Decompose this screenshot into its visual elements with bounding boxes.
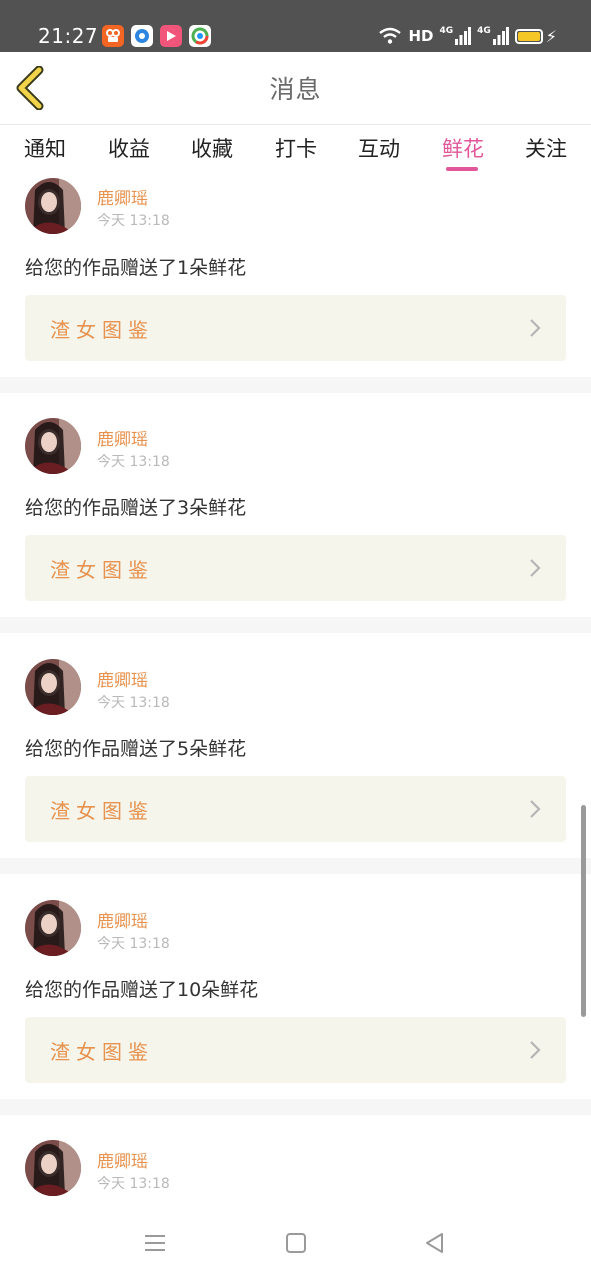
- signal-icon-2: [492, 27, 509, 45]
- battery-icon: [514, 28, 543, 44]
- chevron-right-icon: [530, 800, 541, 818]
- list-separator: [0, 377, 591, 393]
- message-text: 给您的作品赠送了1朵鲜花: [25, 257, 247, 279]
- chevron-right-icon: [530, 319, 541, 337]
- kuaishou-app-icon: [102, 25, 124, 47]
- list-item: 鹿卿瑶 今天 13:18 给您的作品赠送了10朵鲜花 渣女图鉴: [0, 874, 591, 1083]
- triangle-back-icon[interactable]: [422, 1230, 448, 1256]
- tab-interaction[interactable]: 互动: [358, 133, 400, 163]
- sender-name[interactable]: 鹿卿瑶: [97, 907, 148, 932]
- work-link[interactable]: 渣女图鉴: [25, 295, 566, 361]
- avatar[interactable]: [25, 659, 81, 715]
- avatar[interactable]: [25, 900, 81, 956]
- network-type-2: 4G: [477, 26, 491, 36]
- system-nav-bar: [0, 1208, 591, 1280]
- list-separator: [0, 1099, 591, 1115]
- list-separator: [0, 617, 591, 633]
- sender-name[interactable]: 鹿卿瑶: [97, 666, 148, 691]
- signal-icon: [455, 27, 472, 45]
- menu-icon[interactable]: [142, 1230, 168, 1256]
- list-item: 鹿卿瑶 今天 13:18 给您的作品赠送了3朵鲜花 渣女图鉴: [0, 393, 591, 601]
- message-time: 今天 13:18: [97, 695, 170, 711]
- sender-name[interactable]: 鹿卿瑶: [97, 425, 148, 450]
- message-list[interactable]: 鹿卿瑶 今天 13:18 给您的作品赠送了1朵鲜花 渣女图鉴 鹿卿瑶 今天 13…: [0, 173, 591, 1208]
- page-title: 消息: [269, 75, 322, 104]
- hd-label: HD: [408, 27, 434, 45]
- scrollbar[interactable]: [581, 805, 586, 1017]
- sender-name[interactable]: 鹿卿瑶: [97, 184, 148, 209]
- tab-checkin[interactable]: 打卡: [275, 133, 317, 163]
- message-time: 今天 13:18: [97, 1176, 170, 1192]
- tab-earnings[interactable]: 收益: [108, 133, 150, 163]
- list-item: 鹿卿瑶 今天 13:18: [0, 1115, 591, 1208]
- video-app-icon: [160, 25, 182, 47]
- active-tab-indicator: [446, 167, 478, 171]
- circle-app-icon: [131, 25, 153, 47]
- list-separator: [0, 858, 591, 874]
- tab-flowers[interactable]: 鲜花: [442, 133, 484, 163]
- tab-notice[interactable]: 通知: [24, 133, 66, 163]
- list-item: 鹿卿瑶 今天 13:18 给您的作品赠送了1朵鲜花 渣女图鉴: [0, 173, 591, 363]
- notification-app-icons: [102, 25, 211, 47]
- work-title: 渣女图鉴: [50, 558, 154, 582]
- list-item: 鹿卿瑶 今天 13:18 给您的作品赠送了5朵鲜花 渣女图鉴: [0, 633, 591, 842]
- sender-name[interactable]: 鹿卿瑶: [97, 1147, 148, 1172]
- message-time: 今天 13:18: [97, 454, 170, 470]
- work-link[interactable]: 渣女图鉴: [25, 776, 566, 842]
- tab-follow[interactable]: 关注: [525, 133, 567, 163]
- avatar[interactable]: [25, 178, 81, 234]
- message-text: 给您的作品赠送了3朵鲜花: [25, 497, 247, 519]
- message-time: 今天 13:18: [97, 213, 170, 229]
- status-bar: 21:27 HD 4G 4G ⚡: [0, 0, 591, 52]
- chevron-right-icon: [530, 1041, 541, 1059]
- avatar[interactable]: [25, 1140, 81, 1196]
- avatar[interactable]: [25, 418, 81, 474]
- work-link[interactable]: 渣女图鉴: [25, 1017, 566, 1083]
- browser-app-icon: [189, 25, 211, 47]
- message-text: 给您的作品赠送了10朵鲜花: [25, 979, 259, 1001]
- charging-icon: ⚡: [545, 26, 557, 46]
- message-time: 今天 13:18: [97, 936, 170, 952]
- tab-favorites[interactable]: 收藏: [191, 133, 233, 163]
- work-title: 渣女图鉴: [50, 1040, 154, 1064]
- message-text: 给您的作品赠送了5朵鲜花: [25, 738, 247, 760]
- chevron-right-icon: [530, 559, 541, 577]
- work-link[interactable]: 渣女图鉴: [25, 535, 566, 601]
- network-type-1: 4G: [439, 26, 454, 36]
- work-title: 渣女图鉴: [50, 318, 154, 342]
- square-home-icon[interactable]: [283, 1230, 309, 1256]
- header: 消息: [0, 52, 591, 124]
- wifi-icon: [379, 27, 402, 44]
- tab-bar: 通知 收益 收藏 打卡 互动 鲜花 关注: [0, 125, 591, 173]
- work-title: 渣女图鉴: [50, 799, 154, 823]
- status-time: 21:27: [38, 24, 99, 48]
- status-indicators: HD 4G 4G ⚡: [378, 26, 557, 46]
